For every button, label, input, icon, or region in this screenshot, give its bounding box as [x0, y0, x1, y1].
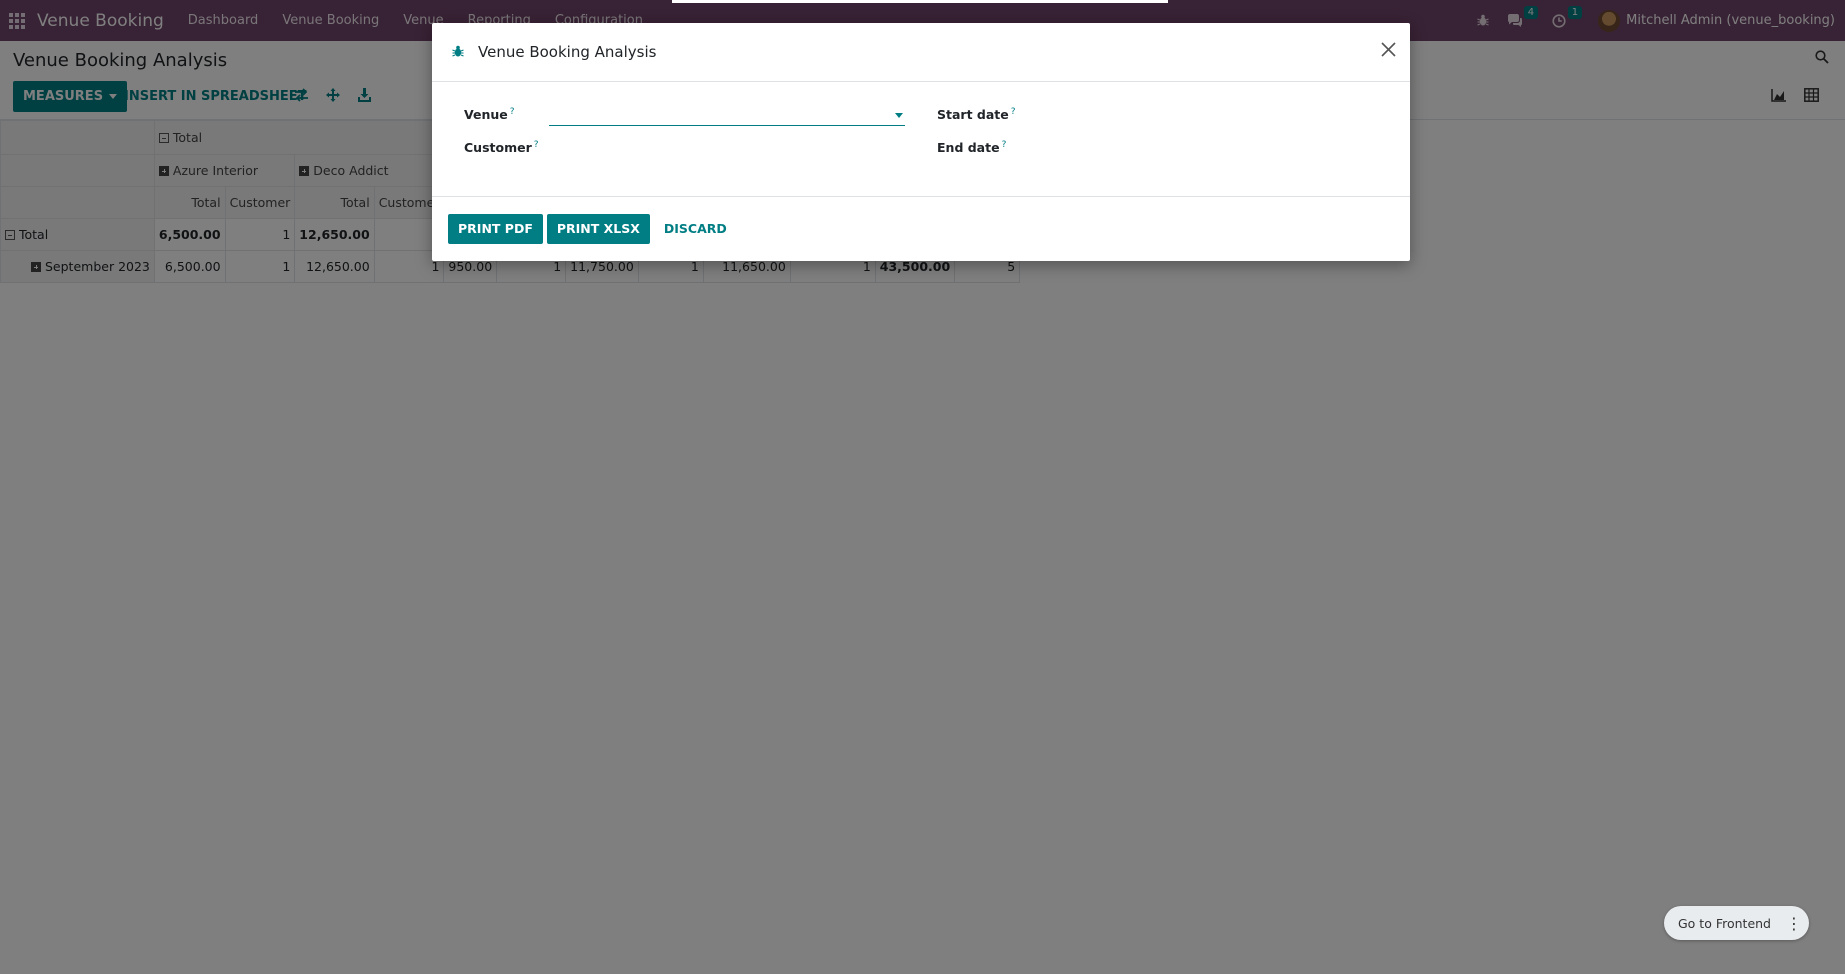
close-icon[interactable] [1381, 41, 1396, 61]
help-tooltip-icon[interactable]: ? [510, 107, 515, 117]
dialog-header: Venue Booking Analysis [432, 23, 1410, 82]
end-date-label-text: End date [937, 140, 1000, 156]
dialog-title: Venue Booking Analysis [478, 43, 657, 61]
dialog-body: Venue? Customer? Start date? End date? [432, 82, 1410, 197]
help-tooltip-icon[interactable]: ? [534, 140, 539, 150]
print-xlsx-button[interactable]: PRINT XLSX [546, 213, 650, 244]
print-pdf-button[interactable]: PRINT PDF [448, 213, 543, 244]
start-date-label: Start date? [937, 107, 1016, 122]
go-to-frontend-button[interactable]: Go to Frontend [1678, 916, 1771, 931]
kebab-menu-icon[interactable]: ⋮ [1785, 914, 1803, 933]
venue-label-text: Venue [464, 107, 508, 123]
venue-label: Venue? [464, 107, 515, 122]
start-date-label-text: Start date [937, 107, 1009, 123]
go-to-frontend-widget: Go to Frontend ⋮ [1664, 906, 1809, 940]
venue-select-input[interactable] [549, 104, 905, 126]
customer-label: Customer? [464, 140, 539, 155]
end-date-label: End date? [937, 140, 1006, 155]
help-tooltip-icon[interactable]: ? [1002, 140, 1007, 150]
discard-button[interactable]: DISCARD [654, 214, 737, 244]
report-wizard-dialog: Venue Booking Analysis Venue? Customer? … [432, 23, 1410, 261]
chevron-down-icon[interactable] [895, 113, 903, 118]
top-stripe [672, 0, 1168, 3]
customer-label-text: Customer [464, 140, 532, 156]
help-tooltip-icon[interactable]: ? [1011, 107, 1016, 117]
dialog-footer: PRINT PDF PRINT XLSX DISCARD [432, 197, 1410, 260]
debug-bug-icon[interactable] [452, 45, 466, 59]
